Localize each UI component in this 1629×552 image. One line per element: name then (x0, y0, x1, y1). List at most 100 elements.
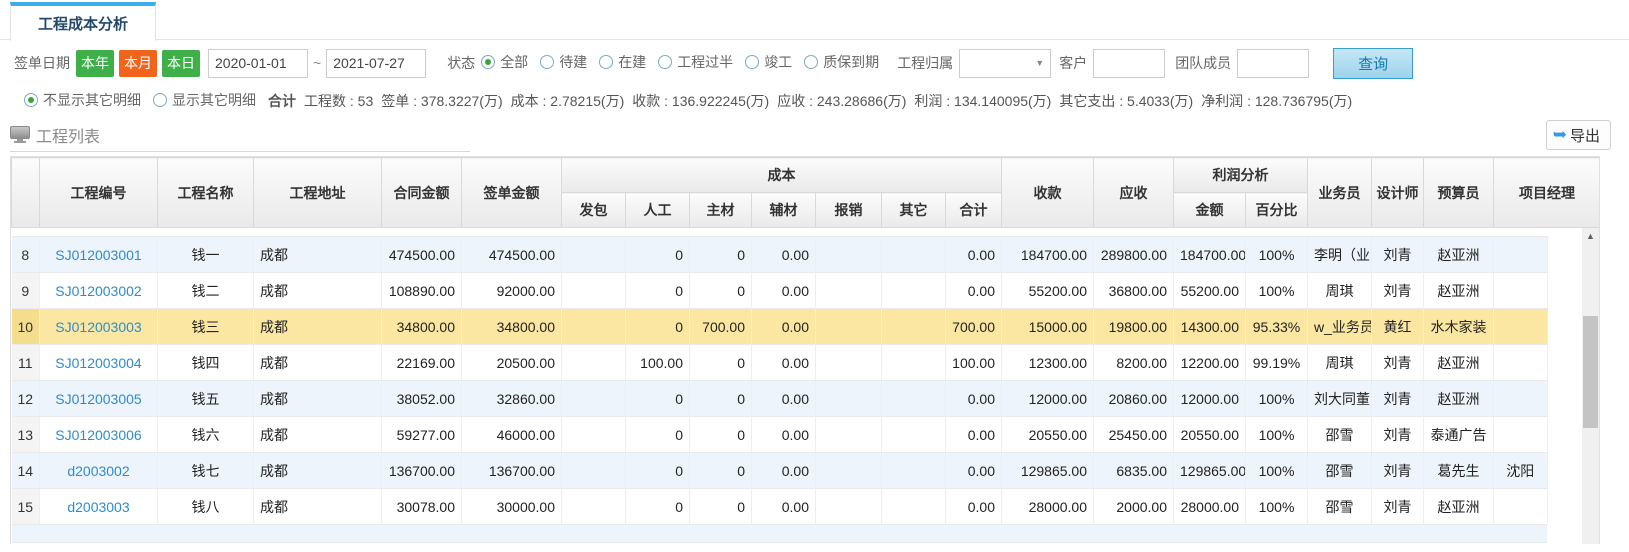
cost-main-material[interactable]: 0 (690, 273, 752, 309)
received-amount[interactable]: 15000.00 (1002, 309, 1094, 345)
radio-icon[interactable] (804, 55, 818, 69)
table-row[interactable]: 11SJ012003004钱四成都22169.0020500.00100.000… (12, 345, 1601, 381)
scrollbar-thumb[interactable] (1583, 316, 1598, 428)
date-from-input[interactable] (208, 49, 308, 78)
radio-icon[interactable] (540, 55, 554, 69)
header-cost-6[interactable]: 合计 (946, 193, 1002, 228)
radio-icon[interactable] (24, 93, 38, 107)
table-row[interactable]: 12SJ012003005钱五成都38052.0032860.00000.000… (12, 381, 1601, 417)
cost-aux-material[interactable]: 0.00 (752, 453, 816, 489)
cost-main-material[interactable]: 0 (690, 345, 752, 381)
cost-labor[interactable]: 0 (626, 237, 690, 273)
cost-labor[interactable]: 0 (626, 417, 690, 453)
detail-option-0[interactable]: 不显示其它明细 (24, 90, 141, 110)
cost-labor[interactable]: 0 (626, 273, 690, 309)
radio-icon[interactable] (745, 55, 759, 69)
table-row[interactable]: 14d2003002钱七成都136700.00136700.00000.000.… (12, 453, 1601, 489)
header-right-3[interactable]: 项目经理 (1494, 158, 1601, 228)
cost-aux-material[interactable]: 0.00 (752, 309, 816, 345)
status-option-5[interactable]: 质保到期 (804, 52, 879, 72)
project-code[interactable]: d2003003 (40, 489, 158, 525)
header-profit-0[interactable]: 金额 (1174, 193, 1246, 228)
cost-main-material[interactable]: 0 (690, 489, 752, 525)
customer-input[interactable] (1093, 49, 1165, 78)
cost-aux-material[interactable]: 0.00 (752, 273, 816, 309)
header-cost-2[interactable]: 主材 (690, 193, 752, 228)
quick-date-button-1[interactable]: 本月 (119, 50, 157, 77)
sign-amount[interactable]: 30000.00 (462, 489, 562, 525)
project-code[interactable]: SJ012003004 (40, 345, 158, 381)
cost-main-material[interactable]: 0 (690, 381, 752, 417)
received-amount[interactable]: 55200.00 (1002, 273, 1094, 309)
quick-date-button-2[interactable]: 本日 (162, 50, 200, 77)
cost-main-material[interactable]: 0 (690, 237, 752, 273)
header-cost-3[interactable]: 辅材 (752, 193, 816, 228)
project-code[interactable]: SJ012003001 (40, 237, 158, 273)
sign-amount[interactable]: 34800.00 (462, 309, 562, 345)
sign-amount[interactable]: 92000.00 (462, 273, 562, 309)
header-receivable[interactable]: 应收 (1094, 158, 1174, 228)
radio-icon[interactable] (599, 55, 613, 69)
radio-icon[interactable] (153, 93, 167, 107)
status-option-0[interactable]: 全部 (481, 52, 528, 72)
status-option-3[interactable]: 工程过半 (658, 52, 733, 72)
status-option-1[interactable]: 待建 (540, 52, 587, 72)
received-amount[interactable]: 12300.00 (1002, 345, 1094, 381)
cost-labor[interactable]: 0 (626, 381, 690, 417)
team-member-input[interactable] (1237, 49, 1309, 78)
cost-labor[interactable]: 100.00 (626, 345, 690, 381)
tab-project-cost-analysis[interactable]: 工程成本分析 (10, 2, 156, 41)
cost-aux-material[interactable]: 0.00 (752, 237, 816, 273)
quick-date-button-0[interactable]: 本年 (76, 50, 114, 77)
status-option-2[interactable]: 在建 (599, 52, 646, 72)
received-amount[interactable]: 20550.00 (1002, 417, 1094, 453)
radio-icon[interactable] (658, 55, 672, 69)
cost-labor[interactable]: 0 (626, 489, 690, 525)
header-left-4[interactable]: 签单金额 (462, 158, 562, 228)
table-row[interactable]: 10SJ012003003钱三成都34800.0034800.000700.00… (12, 309, 1601, 345)
sign-amount[interactable]: 32860.00 (462, 381, 562, 417)
received-amount[interactable]: 28000.00 (1002, 489, 1094, 525)
radio-icon[interactable] (481, 55, 495, 69)
header-cost-1[interactable]: 人工 (626, 193, 690, 228)
header-left-3[interactable]: 合同金额 (382, 158, 462, 228)
detail-option-1[interactable]: 显示其它明细 (153, 90, 256, 110)
received-amount[interactable]: 129865.00 (1002, 453, 1094, 489)
table-row[interactable]: 9SJ012003002钱二成都108890.0092000.00000.000… (12, 273, 1601, 309)
received-amount[interactable]: 184700.00 (1002, 237, 1094, 273)
ownership-select[interactable]: ▼ (959, 49, 1051, 78)
sign-amount[interactable]: 20500.00 (462, 345, 562, 381)
project-code[interactable]: SJ012003002 (40, 273, 158, 309)
cost-main-material[interactable]: 700.00 (690, 309, 752, 345)
header-left-0[interactable]: 工程编号 (40, 158, 158, 228)
project-code[interactable]: SJ012003003 (40, 309, 158, 345)
header-cost-4[interactable]: 报销 (816, 193, 882, 228)
cost-labor[interactable]: 0 (626, 309, 690, 345)
cost-aux-material[interactable]: 0.00 (752, 417, 816, 453)
sign-amount[interactable]: 46000.00 (462, 417, 562, 453)
received-amount[interactable]: 12000.00 (1002, 381, 1094, 417)
table-row[interactable]: 15d2003003钱八成都30078.0030000.00000.000.00… (12, 489, 1601, 525)
header-cost-0[interactable]: 发包 (562, 193, 626, 228)
date-to-input[interactable] (326, 49, 426, 78)
project-code[interactable]: SJ012003006 (40, 417, 158, 453)
project-code[interactable]: d2003002 (40, 453, 158, 489)
cost-main-material[interactable]: 0 (690, 417, 752, 453)
header-right-1[interactable]: 设计师 (1372, 158, 1424, 228)
header-cost-5[interactable]: 其它 (882, 193, 946, 228)
cost-aux-material[interactable]: 0.00 (752, 381, 816, 417)
header-right-2[interactable]: 预算员 (1424, 158, 1494, 228)
table-row[interactable]: 13SJ012003006钱六成都59277.0046000.00000.000… (12, 417, 1601, 453)
query-button[interactable]: 查询 (1333, 48, 1413, 79)
cost-main-material[interactable]: 0 (690, 453, 752, 489)
cost-aux-material[interactable]: 0.00 (752, 489, 816, 525)
header-left-2[interactable]: 工程地址 (254, 158, 382, 228)
status-option-4[interactable]: 竣工 (745, 52, 792, 72)
vertical-scrollbar[interactable]: ▲ (1582, 228, 1599, 544)
header-left-1[interactable]: 工程名称 (158, 158, 254, 228)
triangle-up-icon[interactable]: ▲ (1582, 228, 1599, 244)
sign-amount[interactable]: 474500.00 (462, 237, 562, 273)
project-code[interactable]: SJ012003005 (40, 381, 158, 417)
cost-aux-material[interactable]: 0.00 (752, 345, 816, 381)
header-profit-1[interactable]: 百分比 (1246, 193, 1308, 228)
